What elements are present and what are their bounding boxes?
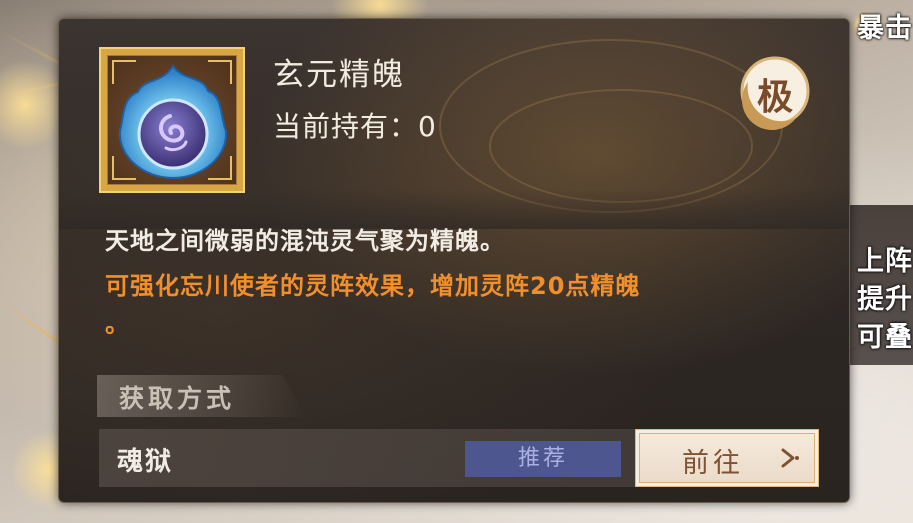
item-name: 玄元精魄 bbox=[273, 57, 405, 93]
chevron-right-icon bbox=[781, 448, 799, 468]
holding-count: 当前持有：0 bbox=[273, 105, 437, 145]
goto-button[interactable]: 前往 bbox=[635, 429, 819, 487]
item-icon-frame bbox=[99, 47, 245, 193]
side-text-line-3: 可叠 bbox=[857, 322, 913, 353]
source-title: 获取方式 bbox=[119, 384, 236, 413]
source-name: 魂狱 bbox=[117, 447, 174, 477]
holding-label: 当前持有： bbox=[273, 110, 419, 143]
goto-button-label: 前往 bbox=[682, 448, 744, 479]
item-detail-panel: 玄元精魄 当前持有：0 极 天地之间微弱的混沌灵气聚为精魄。 可强化忘川使者的灵… bbox=[58, 18, 850, 503]
description-line-2-text: 可强化忘川使者的灵阵效果，增加灵阵20点精魄 bbox=[105, 272, 641, 300]
side-text-crit: 暴击 bbox=[857, 13, 913, 44]
holding-value: 0 bbox=[418, 110, 437, 143]
description-line-2-end: 。 bbox=[105, 310, 130, 338]
description-line-2: 可强化忘川使者的灵阵效果，增加灵阵20点精魄 。 bbox=[105, 267, 805, 343]
description-line-1: 天地之间微弱的混沌灵气聚为精魄。 bbox=[105, 227, 505, 255]
grade-badge: 极 bbox=[736, 52, 814, 130]
side-text-line-2: 提升 bbox=[857, 284, 913, 315]
recommend-tag: 推荐 bbox=[465, 441, 621, 477]
source-row: 魂狱 推荐 前往 bbox=[99, 429, 819, 487]
spirit-orb-icon bbox=[118, 64, 228, 180]
side-text-line-1: 上阵 bbox=[857, 246, 913, 277]
grade-label: 极 bbox=[756, 76, 793, 118]
